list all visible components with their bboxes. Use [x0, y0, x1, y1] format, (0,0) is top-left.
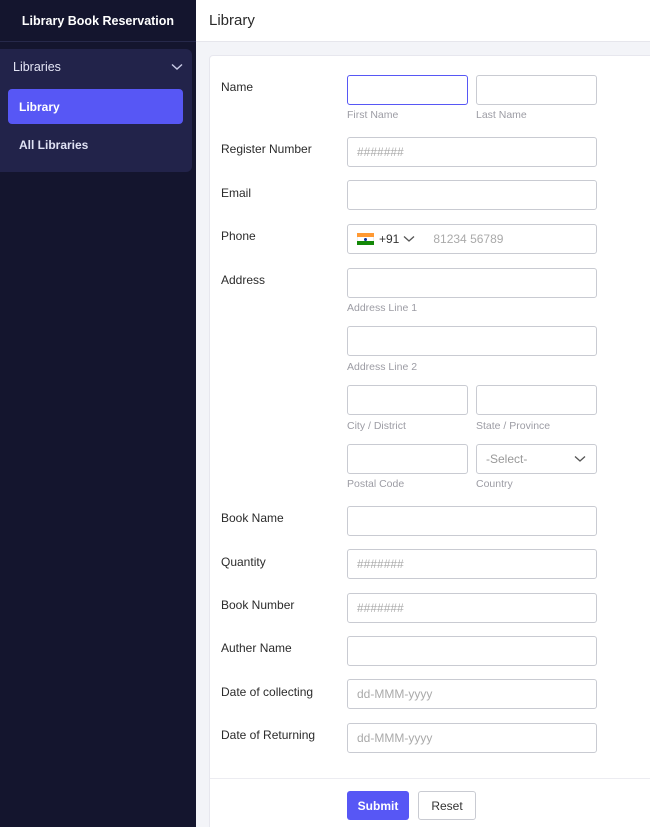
app-brand: Library Book Reservation	[0, 0, 196, 42]
sidebar-item-all-libraries[interactable]: All Libraries	[8, 127, 183, 162]
book-number-input[interactable]: #######	[347, 593, 597, 623]
city-hint: City / District	[347, 420, 406, 432]
phone-placeholder: 81234 56789	[433, 232, 504, 246]
nav-group-toggle[interactable]: Libraries	[13, 59, 183, 75]
address-line2-input[interactable]	[347, 326, 597, 356]
phone-input[interactable]: +91 81234 56789	[347, 224, 597, 254]
country-select[interactable]: -Select-	[476, 444, 597, 474]
last-name-input[interactable]	[476, 75, 597, 105]
date-returning-placeholder: dd-MMM-yyyy	[357, 731, 433, 745]
india-flag-icon	[357, 233, 374, 245]
chevron-down-icon[interactable]	[403, 235, 415, 243]
page-header: Library	[196, 0, 650, 42]
first-name-input[interactable]	[347, 75, 468, 105]
address-line1-input[interactable]	[347, 268, 597, 298]
date-collecting-label: Date of collecting	[221, 685, 314, 699]
country-select-value: -Select-	[486, 452, 528, 466]
date-collecting-input[interactable]: dd-MMM-yyyy	[347, 679, 597, 709]
email-input[interactable]	[347, 180, 597, 210]
nav-group-label: Libraries	[13, 60, 61, 74]
country-hint: Country	[476, 478, 513, 490]
postal-code-hint: Postal Code	[347, 478, 405, 490]
date-returning-label: Date of Returning	[221, 728, 316, 742]
quantity-label: Quantity	[221, 555, 266, 569]
state-input[interactable]	[476, 385, 597, 415]
page-title: Library	[209, 12, 255, 29]
author-name-input[interactable]	[347, 636, 597, 666]
date-collecting-placeholder: dd-MMM-yyyy	[357, 687, 433, 701]
city-input[interactable]	[347, 385, 468, 415]
sidebar: Library Book Reservation Libraries Libra…	[0, 0, 196, 827]
sidebar-item-label: Library	[19, 99, 60, 114]
phone-label: Phone	[221, 229, 256, 243]
last-name-hint: Last Name	[476, 109, 527, 121]
submit-button[interactable]: Submit	[347, 791, 409, 820]
name-label: Name	[221, 80, 254, 94]
form-divider	[210, 778, 650, 779]
quantity-placeholder: #######	[357, 557, 404, 571]
address-line1-hint: Address Line 1	[347, 302, 418, 314]
form-card	[209, 55, 650, 827]
postal-code-input[interactable]	[347, 444, 468, 474]
chevron-down-icon	[171, 63, 183, 70]
register-number-placeholder: #######	[357, 145, 404, 159]
nav-group-libraries: Libraries Library All Libraries	[0, 49, 192, 172]
first-name-hint: First Name	[347, 109, 399, 121]
date-returning-input[interactable]: dd-MMM-yyyy	[347, 723, 597, 753]
reset-button[interactable]: Reset	[418, 791, 476, 820]
book-number-placeholder: #######	[357, 601, 404, 615]
author-name-label: Auther Name	[221, 641, 292, 655]
book-number-label: Book Number	[221, 598, 295, 612]
sidebar-item-library[interactable]: Library	[8, 89, 183, 124]
address-line2-hint: Address Line 2	[347, 361, 418, 373]
quantity-input[interactable]: #######	[347, 549, 597, 579]
book-name-label: Book Name	[221, 511, 284, 525]
chevron-down-icon	[574, 456, 586, 462]
country-code[interactable]: +91	[379, 232, 399, 246]
sidebar-item-label: All Libraries	[19, 137, 89, 152]
email-label: Email	[221, 186, 252, 200]
register-number-input[interactable]: #######	[347, 137, 597, 167]
register-number-label: Register Number	[221, 142, 312, 156]
state-hint: State / Province	[476, 420, 551, 432]
book-name-input[interactable]	[347, 506, 597, 536]
address-label: Address	[221, 273, 266, 287]
